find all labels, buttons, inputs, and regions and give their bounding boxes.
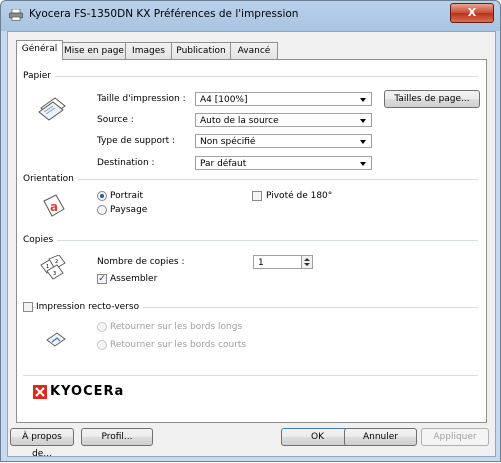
collate-checkbox[interactable]: ✓	[97, 274, 107, 284]
about-button[interactable]: À propos de...	[10, 428, 74, 459]
general-panel: Papier Taille d'impression : A4 [100%] T…	[16, 59, 487, 423]
media-type-value: Non spécifié	[200, 137, 256, 147]
tab-images[interactable]: Images	[125, 42, 172, 59]
kyocera-mark-icon	[33, 384, 47, 399]
window-title: Kyocera FS-1350DN KX Préférences de l'im…	[29, 8, 299, 20]
media-type-select[interactable]: Non spécifié	[195, 134, 372, 148]
tab-general[interactable]: Général	[16, 40, 63, 60]
copies-spinner[interactable]	[301, 255, 313, 269]
destination-select[interactable]: Par défaut	[195, 156, 372, 170]
media-type-label: Type de support :	[97, 136, 176, 146]
print-size-value: A4 [100%]	[200, 95, 248, 105]
rotate-180-checkbox[interactable]	[252, 191, 262, 201]
svg-text:a: a	[50, 200, 58, 214]
copies-section-title: Copies	[23, 235, 58, 245]
source-label: Source :	[97, 115, 134, 125]
collate-label[interactable]: Assembler	[110, 274, 157, 284]
tab-layout[interactable]: Mise en page	[62, 42, 126, 59]
long-edge-radio[interactable]	[97, 322, 107, 332]
destination-value: Par défaut	[200, 159, 247, 169]
paper-section-title: Papier	[23, 71, 55, 81]
logo-divider	[23, 375, 478, 376]
orientation-section-title: Orientation	[23, 174, 78, 184]
duplex-section-title[interactable]: Impression recto-verso	[36, 302, 144, 312]
page-sizes-button[interactable]: Tailles de page...	[384, 90, 480, 108]
close-button[interactable]: X	[450, 3, 494, 23]
cancel-button[interactable]: Annuler	[344, 428, 417, 446]
orientation-icon: a	[43, 194, 65, 217]
copies-count-value: 1	[258, 258, 264, 268]
duplex-icon	[46, 332, 66, 347]
source-select[interactable]: Auto de la source	[195, 113, 372, 127]
copies-icon: 1 2 3	[40, 255, 66, 280]
copies-divider	[23, 240, 478, 241]
chevron-down-icon	[360, 119, 366, 123]
rotate-180-label[interactable]: Pivoté de 180°	[266, 191, 332, 201]
chevron-down-icon	[360, 162, 366, 166]
portrait-radio[interactable]	[97, 191, 107, 201]
kyocera-logo: KYOCERa	[33, 384, 124, 399]
profile-button[interactable]: Profil...	[81, 428, 153, 446]
copies-count-label: Nombre de copies :	[97, 257, 185, 267]
tab-advanced[interactable]: Avancé	[230, 42, 278, 59]
printer-icon	[9, 9, 23, 21]
svg-text:3: 3	[53, 271, 56, 277]
title-bar[interactable]: Kyocera FS-1350DN KX Préférences de l'im…	[1, 1, 500, 31]
destination-label: Destination :	[97, 158, 155, 168]
apply-button[interactable]: Appliquer	[421, 428, 489, 446]
print-size-select[interactable]: A4 [100%]	[195, 92, 372, 106]
svg-text:2: 2	[55, 259, 58, 265]
landscape-radio[interactable]	[97, 205, 107, 215]
paper-icon	[38, 97, 66, 121]
print-size-label: Taille d'impression :	[97, 94, 186, 104]
paper-divider	[23, 76, 478, 77]
dialog-window: Kyocera FS-1350DN KX Préférences de l'im…	[0, 0, 501, 462]
copies-count-input[interactable]: 1	[253, 255, 302, 269]
duplex-checkbox[interactable]	[23, 302, 33, 312]
source-value: Auto de la source	[200, 116, 279, 126]
orientation-divider	[23, 179, 478, 180]
short-edge-label[interactable]: Retourner sur les bords courts	[110, 340, 246, 350]
long-edge-label[interactable]: Retourner sur les bords longs	[110, 322, 242, 332]
portrait-label[interactable]: Portrait	[110, 191, 143, 201]
logo-text: KYOCERa	[50, 384, 125, 399]
tab-publishing[interactable]: Publication	[171, 42, 231, 59]
landscape-label[interactable]: Paysage	[110, 205, 147, 215]
dialog-client: Général Mise en page Images Publication …	[7, 31, 496, 459]
svg-text:1: 1	[46, 264, 49, 270]
chevron-down-icon	[360, 98, 366, 102]
short-edge-radio[interactable]	[97, 340, 107, 350]
chevron-down-icon	[360, 140, 366, 144]
